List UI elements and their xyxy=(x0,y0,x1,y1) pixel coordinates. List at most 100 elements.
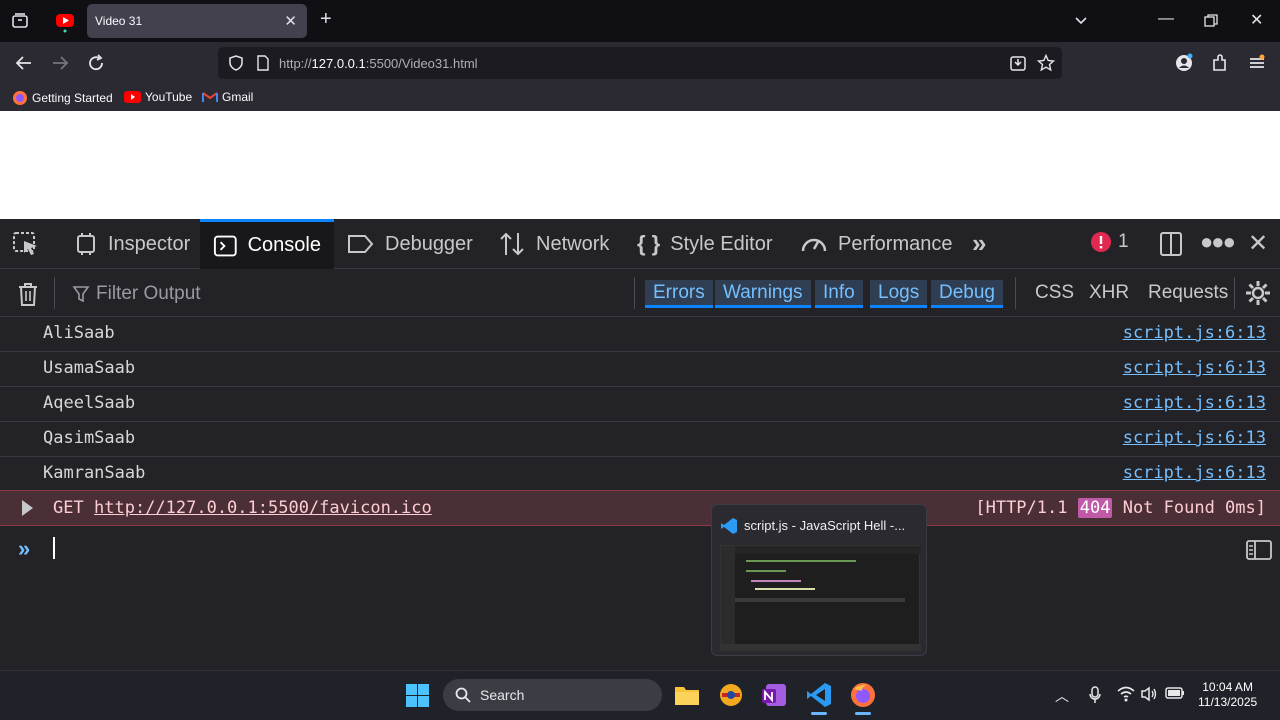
console-icon xyxy=(213,235,237,256)
element-picker-icon[interactable] xyxy=(12,231,40,257)
shield-icon[interactable] xyxy=(228,55,244,71)
clock-date: 11/13/2025 xyxy=(1198,695,1258,709)
bookmark-gmail[interactable]: Gmail xyxy=(202,90,253,104)
wifi-icon[interactable] xyxy=(1117,686,1135,702)
save-page-icon[interactable] xyxy=(1009,54,1027,72)
log-message: KamranSaab xyxy=(43,463,146,483)
more-tabs-icon[interactable]: » xyxy=(972,228,986,259)
app-icon[interactable] xyxy=(717,681,745,709)
bookmark-star-icon[interactable] xyxy=(1037,54,1055,72)
bookmark-youtube[interactable]: YouTube xyxy=(124,90,192,104)
log-source-link[interactable]: script.js:6:13 xyxy=(1123,463,1266,483)
status-code-badge: 404 xyxy=(1077,498,1113,518)
log-message: AqeelSaab xyxy=(43,393,136,413)
reload-icon[interactable] xyxy=(86,53,106,73)
network-error-row[interactable]: GET http://127.0.0.1:5500/favicon.ico [H… xyxy=(0,490,1280,526)
console-input[interactable] xyxy=(53,537,55,559)
devtools-toolbar: Inspector Console Debugger Network { } S… xyxy=(0,219,1280,269)
request-status: [HTTP/1.1 404 Not Found 0ms] xyxy=(975,498,1266,518)
windows-taskbar: Search ︿ 10:04 AM 11/13/2025 xyxy=(0,670,1280,720)
console-log-row: QasimSaab script.js:6:13 xyxy=(0,422,1280,457)
close-devtools-icon[interactable]: ✕ xyxy=(1248,229,1268,258)
onenote-icon[interactable] xyxy=(760,681,788,709)
request-method: GET xyxy=(53,498,84,518)
new-tab-icon[interactable]: + xyxy=(320,8,332,31)
windows-start-icon[interactable] xyxy=(405,683,430,708)
debugger-icon xyxy=(348,235,374,253)
console-log-row: UsamaSaab script.js:6:13 xyxy=(0,352,1280,387)
code-editor-preview xyxy=(721,546,921,651)
bookmarks-toolbar: Getting Started YouTube Gmail xyxy=(0,84,1280,111)
log-source-link[interactable]: script.js:6:13 xyxy=(1123,428,1266,448)
filter-errors-button[interactable]: Errors xyxy=(645,280,713,308)
url-bar[interactable]: http://127.0.0.1:5500/Video31.html xyxy=(218,47,1062,79)
menu-icon[interactable] xyxy=(1247,53,1267,73)
tab-inspector[interactable]: Inspector xyxy=(68,219,196,269)
filter-css-button[interactable]: CSS xyxy=(1035,282,1074,304)
tab-performance[interactable]: Performance xyxy=(800,219,953,269)
firefox-taskbar-button[interactable] xyxy=(849,681,877,715)
filter-xhr-button[interactable]: XHR xyxy=(1089,282,1129,304)
search-icon xyxy=(455,687,471,703)
tab-debugger[interactable]: Debugger xyxy=(347,219,473,269)
filter-output-input[interactable]: Filter Output xyxy=(72,283,201,305)
youtube-icon xyxy=(124,91,141,103)
page-info-icon[interactable] xyxy=(256,55,270,71)
error-count-badge[interactable]: 1 xyxy=(1090,231,1129,253)
account-icon[interactable] xyxy=(1174,53,1194,73)
tab-style-editor[interactable]: { } Style Editor xyxy=(637,219,773,269)
responsive-design-icon[interactable] xyxy=(1158,231,1184,257)
request-url-link[interactable]: http://127.0.0.1:5500/favicon.ico xyxy=(94,498,432,518)
chevron-down-icon[interactable] xyxy=(1073,12,1089,28)
tab-title: Video 31 xyxy=(95,14,143,28)
log-source-link[interactable]: script.js:6:13 xyxy=(1123,393,1266,413)
tab-console[interactable]: Console xyxy=(200,219,334,269)
gear-icon[interactable] xyxy=(1244,279,1272,307)
log-source-link[interactable]: script.js:6:13 xyxy=(1123,323,1266,343)
more-options-icon[interactable]: ●●● xyxy=(1200,229,1236,255)
filter-requests-button[interactable]: Requests xyxy=(1148,282,1228,304)
microphone-icon[interactable] xyxy=(1088,686,1102,704)
vscode-taskbar-button[interactable] xyxy=(805,681,833,715)
console-filter-bar: Filter Output Errors Warnings Info Logs … xyxy=(0,269,1280,317)
chevron-up-icon[interactable]: ︿ xyxy=(1055,686,1069,706)
page-content xyxy=(0,111,1280,219)
trash-icon[interactable] xyxy=(16,281,40,307)
gmail-icon xyxy=(202,92,218,102)
minimize-icon[interactable]: — xyxy=(1158,10,1174,28)
taskbar-search-box[interactable]: Search xyxy=(443,679,662,711)
log-source-link[interactable]: script.js:6:13 xyxy=(1123,358,1266,378)
youtube-favicon-icon xyxy=(56,14,74,33)
file-explorer-icon[interactable] xyxy=(673,681,701,709)
restore-icon[interactable] xyxy=(1204,14,1218,28)
filter-info-button[interactable]: Info xyxy=(815,280,863,308)
network-icon xyxy=(500,232,524,256)
bookmark-getting-started[interactable]: Getting Started xyxy=(12,90,113,106)
expand-arrow-icon[interactable] xyxy=(22,500,33,516)
divider xyxy=(1015,277,1016,309)
browser-tab[interactable]: Video 31 ✕ xyxy=(87,4,307,38)
performance-icon xyxy=(801,238,827,252)
filter-logs-button[interactable]: Logs xyxy=(870,280,928,308)
extensions-icon[interactable] xyxy=(1210,53,1230,73)
filter-warnings-button[interactable]: Warnings xyxy=(715,280,811,308)
divider xyxy=(54,277,55,309)
tab-network[interactable]: Network xyxy=(498,219,609,269)
volume-icon[interactable] xyxy=(1140,686,1158,702)
window-close-icon[interactable]: ✕ xyxy=(1250,10,1263,30)
error-icon xyxy=(1091,232,1111,252)
tab-strip: Video 31 ✕ + — ✕ xyxy=(0,0,1280,42)
url-text[interactable]: http://127.0.0.1:5500/Video31.html xyxy=(279,56,478,71)
back-icon[interactable] xyxy=(14,53,34,73)
log-message: QasimSaab xyxy=(43,428,136,448)
filter-debug-button[interactable]: Debug xyxy=(931,280,1003,308)
tab-close-icon[interactable]: ✕ xyxy=(284,12,297,30)
list-all-tabs-icon[interactable] xyxy=(10,11,30,31)
forward-icon[interactable] xyxy=(50,53,70,73)
battery-icon[interactable] xyxy=(1165,686,1185,700)
log-message: AliSaab xyxy=(43,323,115,343)
taskbar-thumbnail-preview[interactable]: script.js - JavaScript Hell -... xyxy=(711,504,927,656)
inspector-icon xyxy=(77,233,95,255)
system-clock[interactable]: 10:04 AM 11/13/2025 xyxy=(1198,680,1257,710)
split-console-icon[interactable] xyxy=(1246,539,1272,561)
